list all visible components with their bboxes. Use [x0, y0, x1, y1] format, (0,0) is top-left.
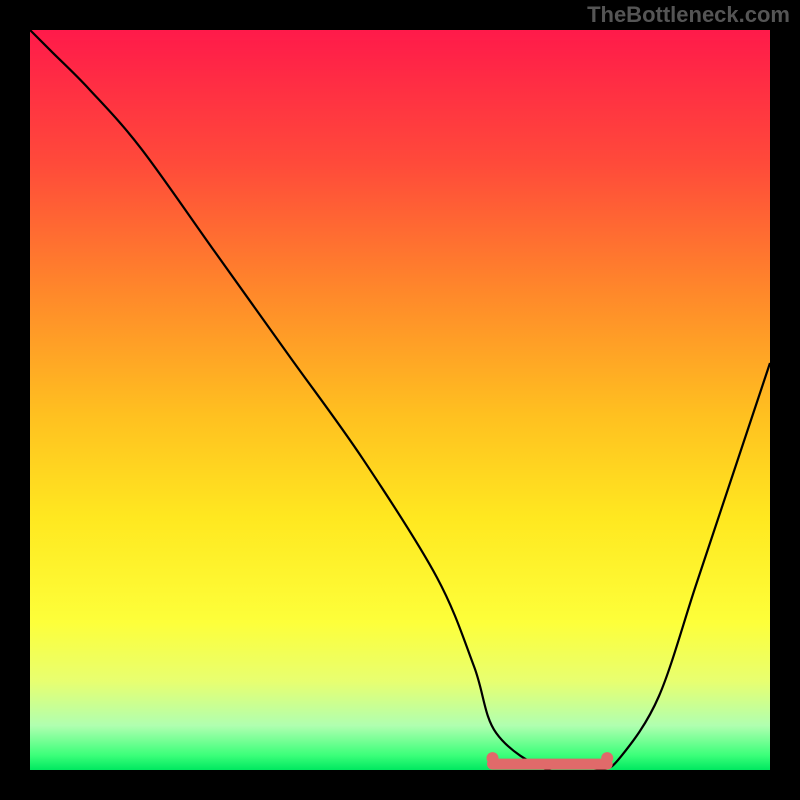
- bottleneck-curve: [30, 30, 770, 770]
- optimal-range-start-dot: [487, 752, 499, 764]
- plot-area: [30, 30, 770, 770]
- optimal-range-end-dot: [601, 752, 613, 764]
- chart-container: TheBottleneck.com: [0, 0, 800, 800]
- curve-svg: [30, 30, 770, 770]
- watermark-text: TheBottleneck.com: [587, 2, 790, 28]
